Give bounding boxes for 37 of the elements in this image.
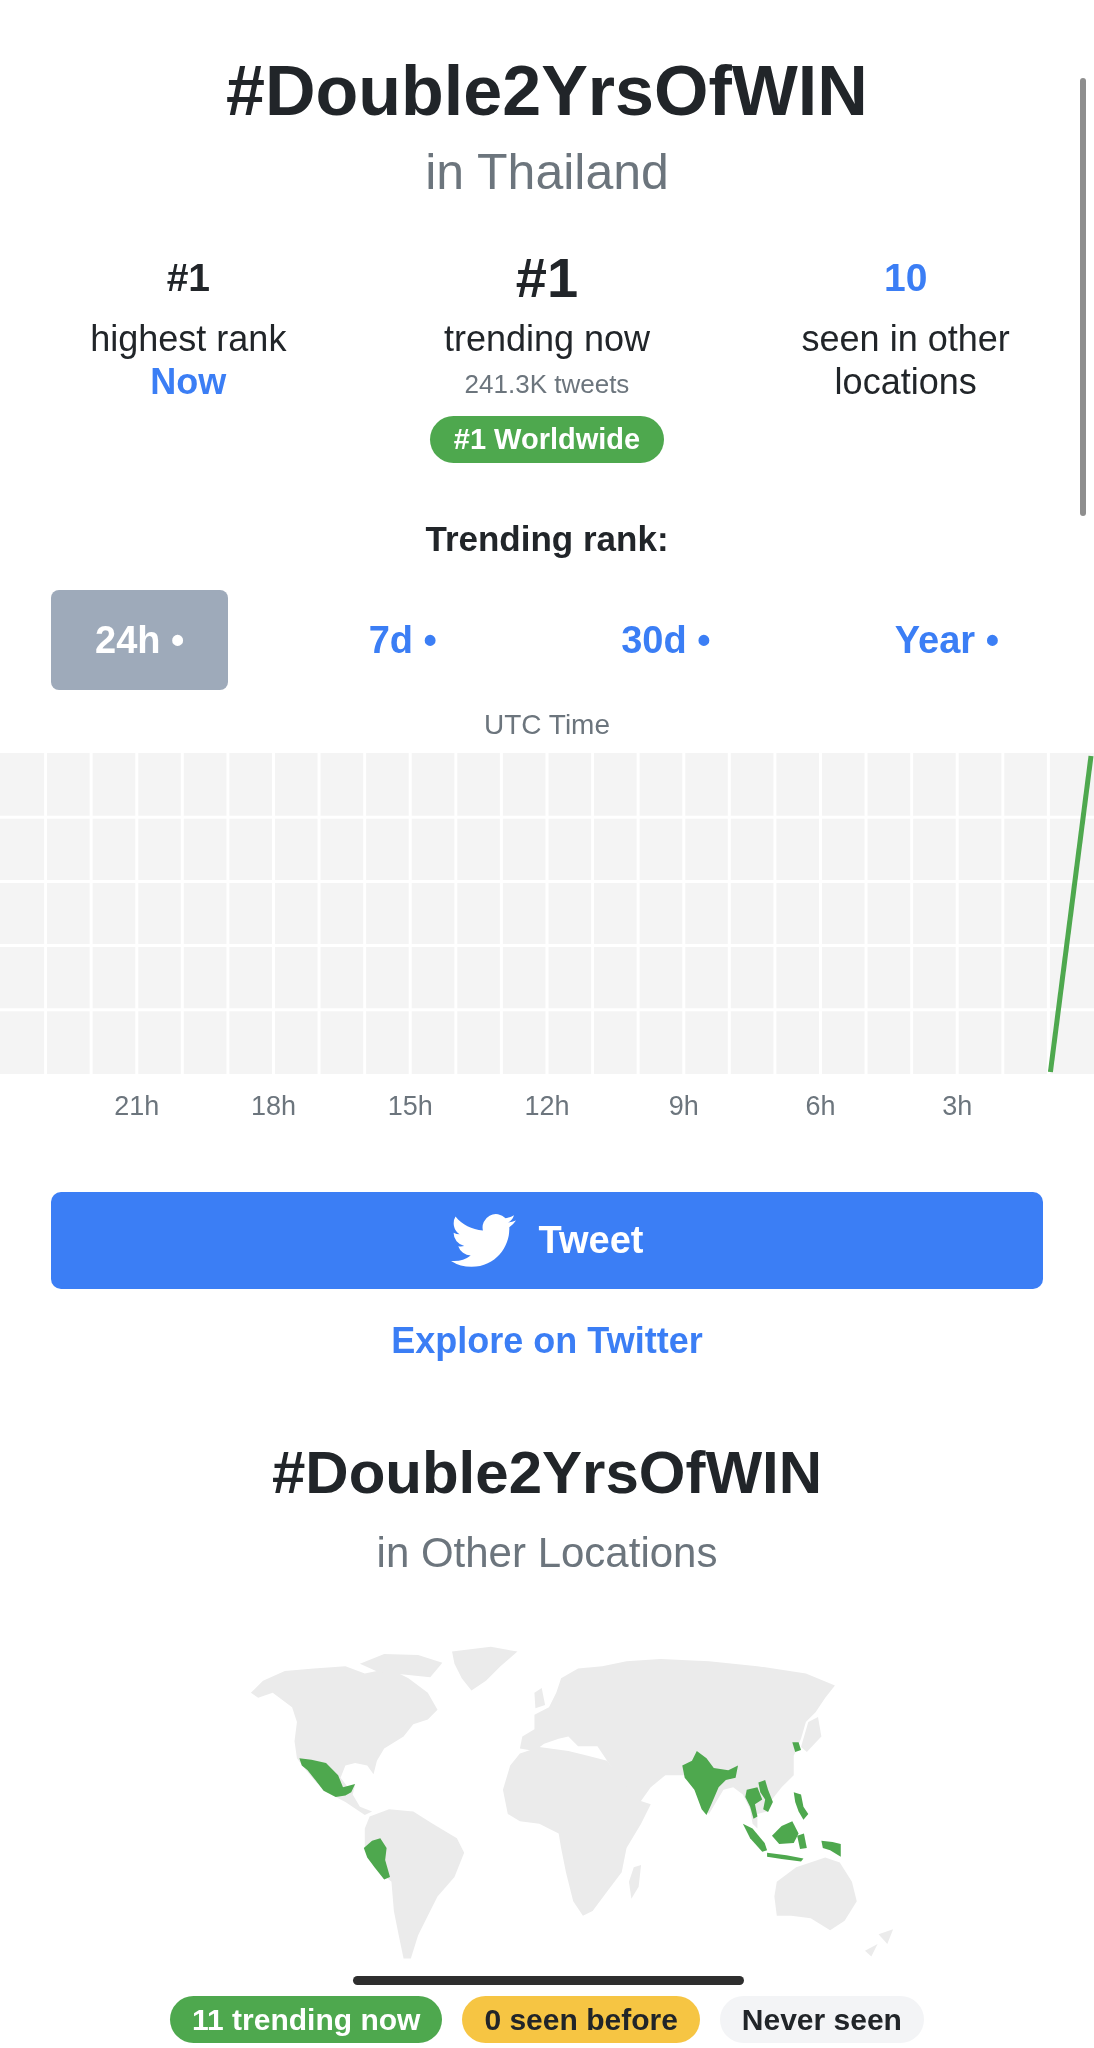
location-subtitle: in Other Locations bbox=[376, 1528, 718, 1578]
time-range-tab[interactable]: 24h • bbox=[51, 590, 229, 690]
axis-tick-label: 15h bbox=[387, 1090, 433, 1122]
axis-tick-label: 6h bbox=[805, 1090, 836, 1122]
axis-tick-label: 18h bbox=[250, 1090, 297, 1122]
worldwide-badge: #1 Worldwide bbox=[429, 416, 665, 463]
explore-link[interactable]: Explore on Twitter bbox=[391, 1319, 703, 1363]
hashtag-title: #Double2YrsOfWIN bbox=[271, 1438, 823, 1508]
time-range-tab[interactable]: Year • bbox=[850, 590, 1043, 690]
legend-badge: Never seen bbox=[719, 1996, 924, 2043]
time-text: Now bbox=[150, 360, 227, 403]
highlighted-country bbox=[682, 1751, 738, 1815]
tweet-count: 241.3K tweets bbox=[464, 368, 630, 400]
hashtag-title: #Double2YrsOfWIN bbox=[226, 51, 868, 132]
rank-value: 10 bbox=[883, 255, 928, 301]
axis-tick-label: 21h bbox=[114, 1090, 160, 1122]
stat-label: seen in other locations bbox=[801, 318, 1010, 402]
location-subtitle: in Thailand bbox=[425, 143, 669, 202]
stat-label: highest rank bbox=[90, 318, 287, 359]
axis-title: UTC Time bbox=[484, 708, 610, 742]
highlighted-country bbox=[758, 1780, 773, 1813]
time-range-tab[interactable]: 30d • bbox=[577, 590, 755, 690]
highlighted-country bbox=[745, 1787, 763, 1819]
axis-tick-label: 12h bbox=[524, 1090, 570, 1122]
legend-badge: 11 trending now bbox=[170, 1996, 443, 2043]
section-heading: Trending rank: bbox=[425, 518, 669, 560]
rank-value: #1 bbox=[166, 255, 210, 301]
bird-icon bbox=[450, 1214, 516, 1267]
legend-badge: 0 seen before bbox=[462, 1996, 700, 2043]
highlighted-country bbox=[299, 1758, 356, 1798]
time-range-tab[interactable]: 7d • bbox=[324, 590, 481, 690]
highlighted-country bbox=[363, 1838, 390, 1880]
tweet-button[interactable]: Tweet bbox=[51, 1192, 1043, 1289]
stat-label: trending now bbox=[443, 318, 651, 359]
axis-tick-label: 9h bbox=[668, 1090, 699, 1122]
axis-tick-label: 3h bbox=[942, 1090, 973, 1122]
rank-value: #1 bbox=[515, 245, 579, 311]
